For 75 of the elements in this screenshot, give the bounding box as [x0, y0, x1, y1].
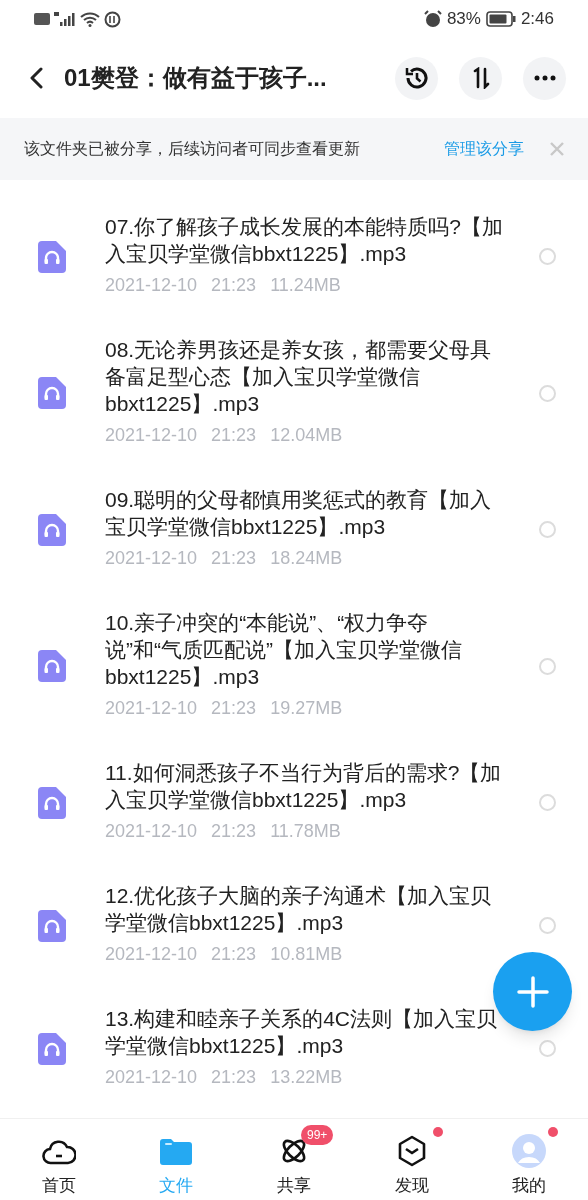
nav-tab[interactable]: 99+ 共享	[235, 1119, 353, 1200]
folder-title: 01樊登：做有益于孩子...	[64, 63, 327, 93]
file-name: 13.构建和睦亲子关系的4C法则【加入宝贝学堂微信bbxt1225】.mp3	[105, 1006, 499, 1059]
select-radio[interactable]	[539, 917, 556, 934]
file-time: 21:23	[211, 1066, 257, 1089]
clock: 2:46	[520, 8, 554, 31]
file-name: 11.如何洞悉孩子不当行为背后的需求?【加入宝贝学堂微信bbxt1225】.mp3	[105, 760, 503, 813]
file-size: 18.24MB	[270, 547, 343, 570]
file-name: 08.无论养男孩还是养女孩，都需要父母具备富足型心态【加入宝贝学堂微信bbxt1225】.mp3	[105, 337, 493, 417]
avatar-icon	[512, 1134, 547, 1168]
alarm-icon	[423, 10, 442, 28]
share-notice: 该文件夹已被分享，后续访问者可同步查看更新	[24, 139, 360, 159]
select-radio[interactable]	[539, 521, 556, 538]
cloud-icon	[41, 1137, 76, 1165]
file-date: 2021-12-10	[105, 1066, 198, 1089]
file-time: 21:23	[211, 943, 257, 966]
audio-file-icon	[38, 377, 66, 409]
file-row[interactable]: 10.亲子冲突的“本能说”、“权力争夺说”和“气质匹配说”【加入宝贝学堂微信bbxt1225】.mp3 2021-12-10 21:23 19.27MB	[0, 591, 588, 741]
file-time: 21:23	[211, 820, 257, 843]
select-radio[interactable]	[539, 248, 556, 265]
file-date: 2021-12-10	[105, 547, 198, 570]
audio-file-icon	[38, 909, 66, 942]
file-time: 21:23	[211, 424, 257, 447]
file-name: 07.你了解孩子成长发展的本能特质吗?【加入宝贝学堂微信bbxt1225】.mp3	[105, 214, 503, 267]
file-size: 10.81MB	[270, 943, 343, 966]
file-name: 12.优化孩子大脑的亲子沟通术【加入宝贝学堂微信bbxt1225】.mp3	[105, 883, 493, 936]
audio-file-icon	[38, 1032, 66, 1065]
file-size: 13.22MB	[270, 1066, 343, 1089]
signal-icon	[54, 11, 76, 27]
audio-file-icon	[38, 650, 66, 682]
more-icon	[533, 75, 556, 81]
file-size: 12.04MB	[270, 424, 343, 447]
nav-tab[interactable]: 发现	[352, 1119, 471, 1200]
wifi-icon	[80, 11, 100, 27]
file-date: 2021-12-10	[105, 274, 198, 297]
file-name: 09.聪明的父母都慎用奖惩式的教育【加入宝贝学堂微信bbxt1225】.mp3	[105, 487, 493, 540]
file-row[interactable]: 11.如何洞悉孩子不当行为背后的需求?【加入宝贝学堂微信bbxt1225】.mp3 2021-12-10 21:23 11.78MB	[0, 741, 588, 864]
audio-file-icon	[38, 786, 66, 819]
select-radio[interactable]	[539, 657, 556, 675]
file-date: 2021-12-10	[105, 697, 198, 720]
close-button[interactable]	[550, 142, 564, 156]
file-time: 21:23	[211, 274, 257, 297]
file-name: 10.亲子冲突的“本能说”、“权力争夺说”和“气质匹配说”【加入宝贝学堂微信bbxt1225】.mp3	[105, 610, 463, 690]
nav-tab[interactable]: 首页	[0, 1119, 118, 1200]
file-date: 2021-12-10	[105, 424, 198, 447]
battery-icon	[485, 11, 516, 27]
file-date: 2021-12-10	[105, 943, 198, 966]
history-button[interactable]	[395, 56, 438, 100]
select-radio[interactable]	[539, 1040, 556, 1057]
close-icon	[550, 142, 564, 156]
file-row[interactable]: 07.你了解孩子成长发展的本能特质吗?【加入宝贝学堂微信bbxt1225】.mp3 2021-12-10 21:23 11.24MB	[0, 195, 588, 318]
file-size: 11.24MB	[270, 274, 341, 297]
file-date: 2021-12-10	[105, 820, 198, 843]
battery-percent: 83%	[446, 8, 481, 31]
sort-button[interactable]	[459, 56, 502, 100]
nav-tab[interactable]: 我的	[470, 1119, 588, 1200]
file-row[interactable]: 13.构建和睦亲子关系的4C法则【加入宝贝学堂微信bbxt1225】.mp3 2021-12-10 21:23 13.22MB	[0, 987, 588, 1110]
more-button[interactable]	[523, 56, 566, 100]
history-icon	[403, 65, 430, 91]
select-radio[interactable]	[539, 384, 556, 402]
file-time: 21:23	[211, 547, 257, 570]
file-size: 19.27MB	[270, 697, 343, 720]
folder-icon	[160, 1137, 193, 1165]
audio-file-icon	[38, 240, 66, 273]
back-icon	[29, 67, 43, 89]
file-row[interactable]: 12.优化孩子大脑的亲子沟通术【加入宝贝学堂微信bbxt1225】.mp3 2021-12-10 21:23 10.81MB	[0, 864, 588, 987]
file-time: 21:23	[211, 697, 257, 720]
select-radio[interactable]	[539, 794, 556, 811]
file-size: 11.78MB	[270, 820, 341, 843]
notification-badge: 99+	[301, 1125, 334, 1145]
plus-icon	[516, 975, 549, 1008]
file-row[interactable]: 08.无论养男孩还是养女孩，都需要父母具备富足型心态【加入宝贝学堂微信bbxt1225】.mp3 2021-12-10 21:23 12.04MB	[0, 318, 588, 468]
cube-icon	[396, 1135, 427, 1167]
file-row[interactable]: 09.聪明的父母都慎用奖惩式的教育【加入宝贝学堂微信bbxt1225】.mp3 2021-12-10 21:23 18.24MB	[0, 468, 588, 591]
audio-file-icon	[38, 513, 66, 546]
